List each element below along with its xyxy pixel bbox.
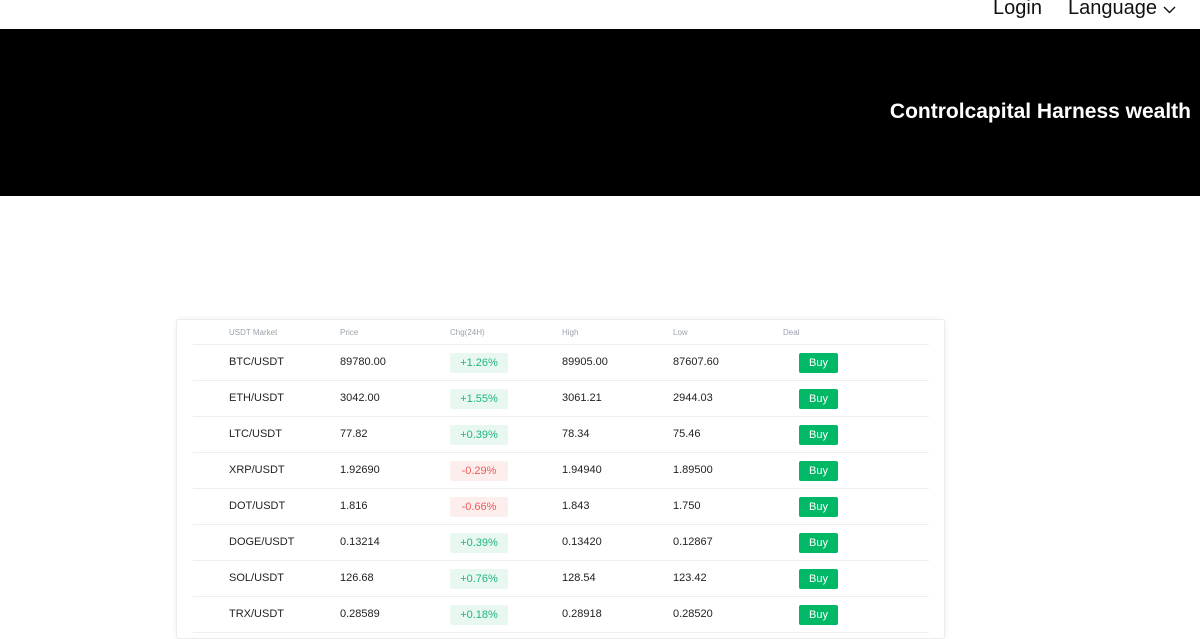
- buy-button[interactable]: Buy: [799, 497, 838, 517]
- buy-button[interactable]: Buy: [799, 569, 838, 589]
- pair-cell: TRX/USDT: [229, 608, 284, 620]
- pair-cell: SOL/USDT: [229, 572, 285, 584]
- low-cell: 1.750: [673, 500, 701, 512]
- high-cell: 128.54: [562, 572, 596, 584]
- language-dropdown[interactable]: Language: [1068, 0, 1176, 20]
- change-badge: +1.55%: [450, 389, 508, 409]
- low-cell: 75.46: [673, 428, 701, 440]
- low-cell: 1.89500: [673, 464, 713, 476]
- pair-cell: DOGE/USDT: [229, 536, 295, 548]
- change-badge: -0.66%: [450, 497, 508, 517]
- low-cell: 0.12867: [673, 536, 713, 548]
- high-cell: 0.13420: [562, 536, 602, 548]
- pair-cell: XRP/USDT: [229, 464, 285, 476]
- table-row[interactable]: BTC/USDT 89780.00 +1.26% 89905.00 87607.60 Bu…: [193, 345, 929, 381]
- price-cell: 0.28589: [340, 608, 380, 620]
- buy-button[interactable]: Buy: [799, 461, 838, 481]
- price-cell: 1.816: [340, 500, 368, 512]
- price-cell: 126.68: [340, 572, 374, 584]
- high-cell: 3061.21: [562, 392, 602, 404]
- buy-button[interactable]: Buy: [799, 353, 838, 373]
- column-header-high: High: [562, 328, 579, 337]
- hero-banner: Controlcapital Harness wealth: [0, 29, 1200, 196]
- buy-button[interactable]: Buy: [799, 389, 838, 409]
- high-cell: 1.843: [562, 500, 590, 512]
- table-row[interactable]: SOL/USDT 126.68 +0.76% 128.54 123.42 Buy: [193, 561, 929, 597]
- hero-title: Controlcapital Harness wealth: [889, 100, 1191, 123]
- buy-button[interactable]: Buy: [799, 425, 838, 445]
- column-header-price: Price: [340, 328, 359, 337]
- price-cell: 89780.00: [340, 356, 386, 368]
- price-cell: 77.82: [340, 428, 368, 440]
- usdt-market-table: USDT Market Price Chg(24H) High Low Deal…: [176, 319, 945, 639]
- market-table-header: USDT Market Price Chg(24H) High Low Deal: [193, 320, 929, 345]
- top-nav-bar: Login Language: [0, 0, 1200, 29]
- low-cell: 2944.03: [673, 392, 713, 404]
- price-cell: 3042.00: [340, 392, 380, 404]
- table-row[interactable]: LTC/USDT 77.82 +0.39% 78.34 75.46 Buy: [193, 417, 929, 453]
- column-header-low: Low: [673, 328, 688, 337]
- high-cell: 0.28918: [562, 608, 602, 620]
- table-row[interactable]: ETH/USDT 3042.00 +1.55% 3061.21 2944.03 Buy: [193, 381, 929, 417]
- change-badge: +0.39%: [450, 425, 508, 445]
- low-cell: 0.28520: [673, 608, 713, 620]
- high-cell: 78.34: [562, 428, 590, 440]
- buy-button[interactable]: Buy: [799, 533, 838, 553]
- column-header-market: USDT Market: [229, 328, 278, 337]
- buy-button[interactable]: Buy: [799, 605, 838, 625]
- table-row[interactable]: XRP/USDT 1.92690 -0.29% 1.94940 1.89500 Buy: [193, 453, 929, 489]
- login-link[interactable]: Login: [993, 0, 1042, 20]
- price-cell: 1.92690: [340, 464, 380, 476]
- market-table-body: BTC/USDT 89780.00 +1.26% 89905.00 87607.60 Bu…: [193, 345, 929, 633]
- table-row[interactable]: DOT/USDT 1.816 -0.66% 1.843 1.750 Buy: [193, 489, 929, 525]
- change-badge: +1.26%: [450, 353, 508, 373]
- column-header-deal: Deal: [783, 328, 800, 337]
- high-cell: 89905.00: [562, 356, 608, 368]
- low-cell: 87607.60: [673, 356, 719, 368]
- price-cell: 0.13214: [340, 536, 380, 548]
- column-header-change: Chg(24H): [450, 328, 485, 337]
- pair-cell: DOT/USDT: [229, 500, 286, 512]
- table-row[interactable]: DOGE/USDT 0.13214 +0.39% 0.13420 0.12867 Buy: [193, 525, 929, 561]
- pair-cell: LTC/USDT: [229, 428, 282, 440]
- low-cell: 123.42: [673, 572, 707, 584]
- table-row[interactable]: TRX/USDT 0.28589 +0.18% 0.28918 0.28520 Buy: [193, 597, 929, 633]
- change-badge: +0.76%: [450, 569, 508, 589]
- change-badge: +0.18%: [450, 605, 508, 625]
- high-cell: 1.94940: [562, 464, 602, 476]
- change-badge: -0.29%: [450, 461, 508, 481]
- pair-cell: BTC/USDT: [229, 356, 284, 368]
- change-badge: +0.39%: [450, 533, 508, 553]
- chevron-down-icon: [1163, 6, 1176, 13]
- pair-cell: ETH/USDT: [229, 392, 284, 404]
- language-label: Language: [1068, 0, 1157, 19]
